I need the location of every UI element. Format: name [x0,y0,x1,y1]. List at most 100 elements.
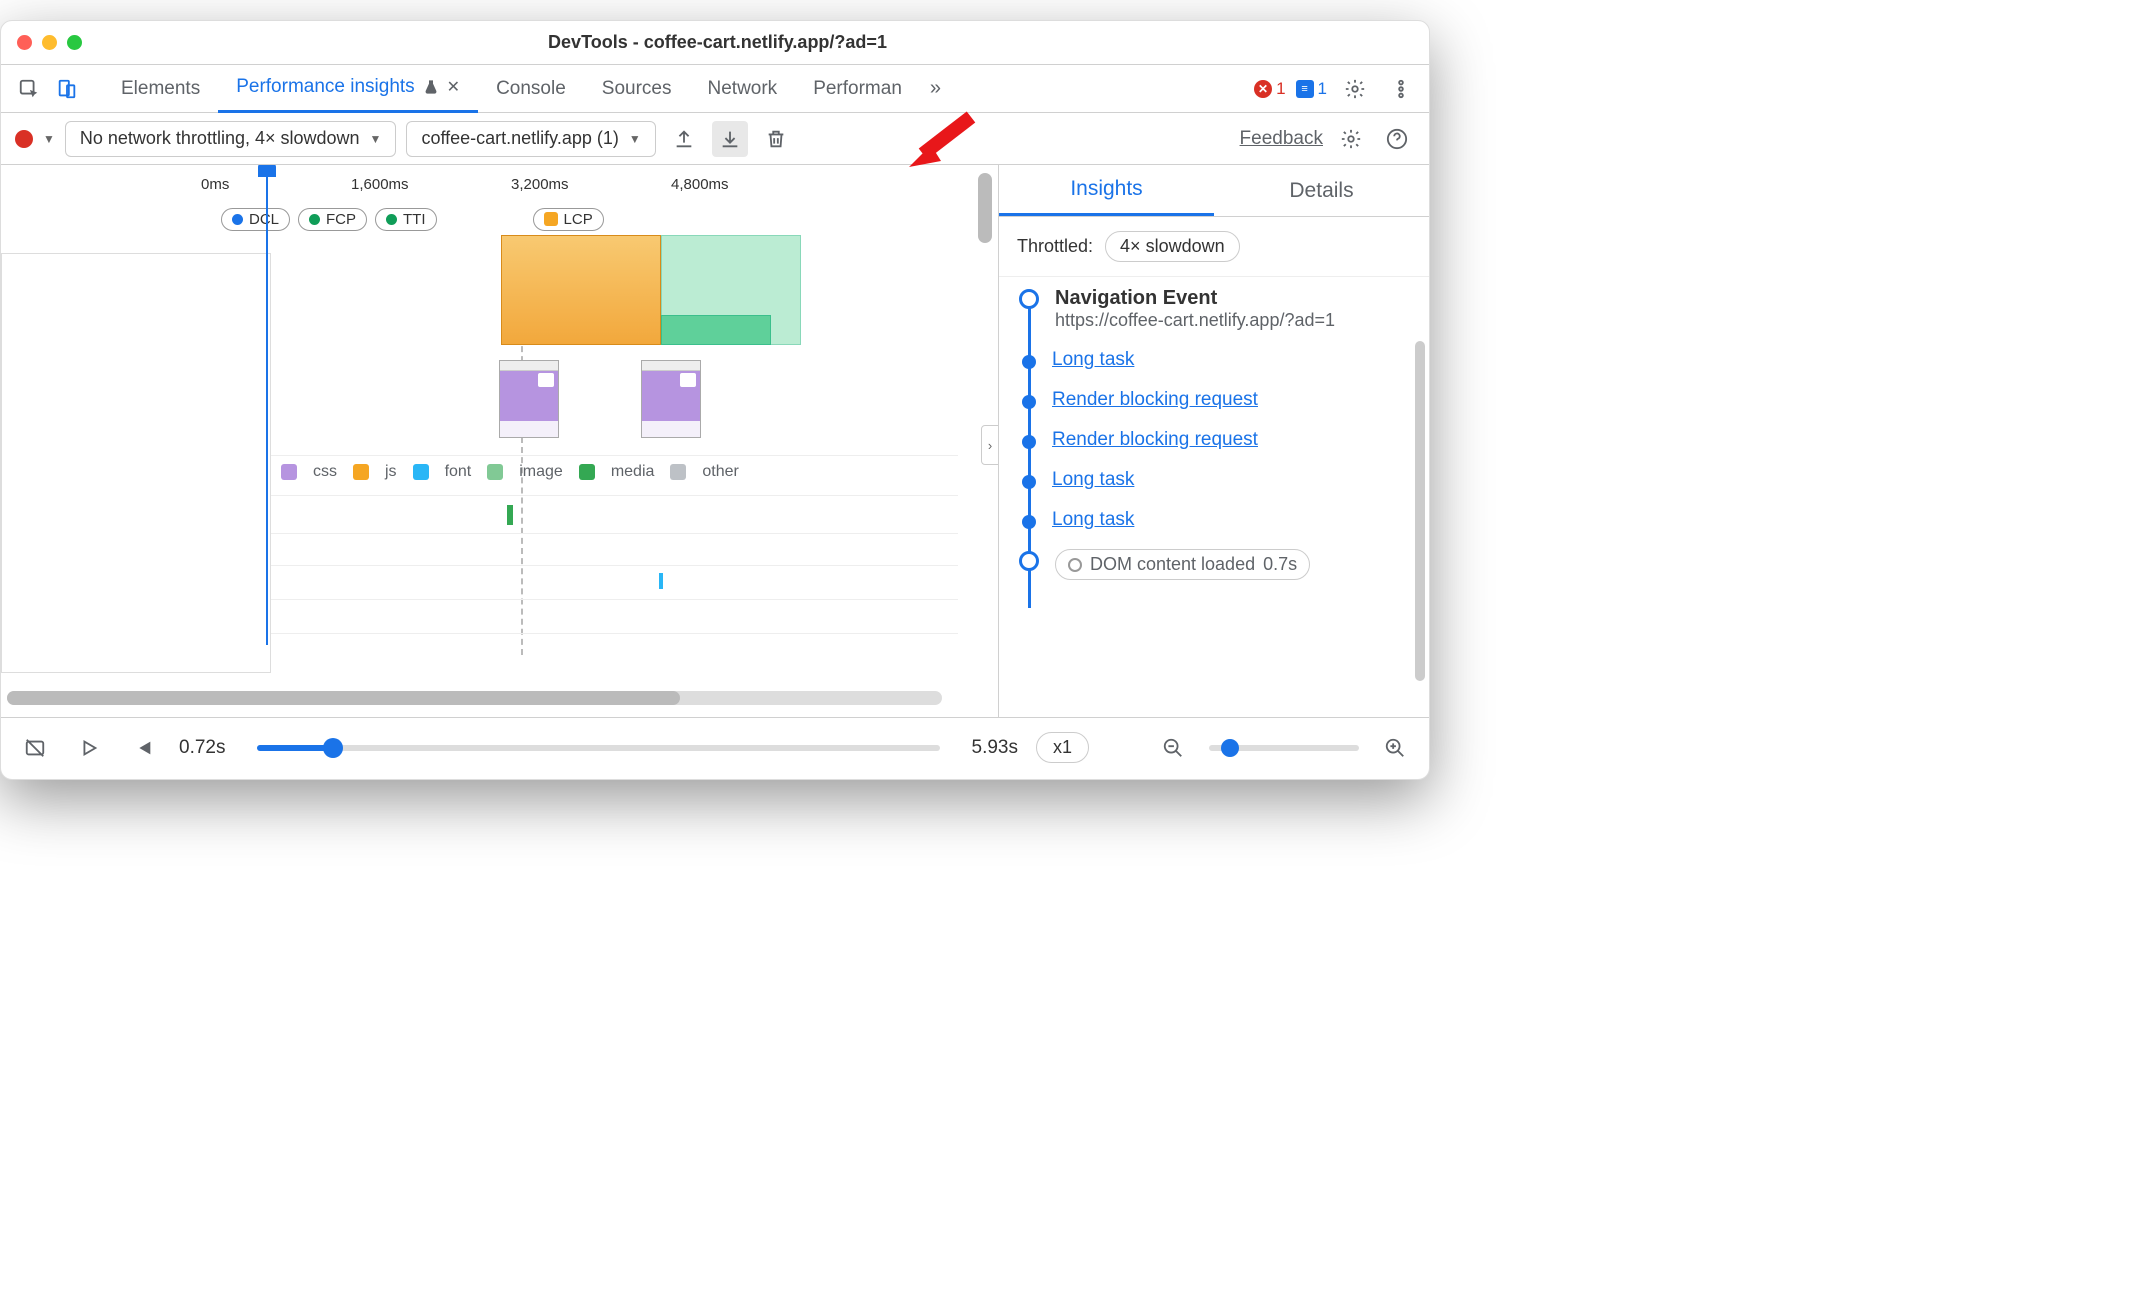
panel-tabs: Elements Performance insights ✕ Console … [103,65,1252,113]
play-icon[interactable] [71,730,107,766]
flask-icon [423,79,439,95]
insight-link[interactable]: Long task [1052,509,1134,531]
time-tick: 3,200ms [511,176,569,193]
legend-chip-image [487,464,503,480]
sidetab-insights[interactable]: Insights [999,165,1214,216]
dcl-pill[interactable]: DOM content loaded 0.7s [1055,549,1310,580]
marker-fcp[interactable]: FCP [298,208,367,231]
horizontal-scrollbar[interactable] [7,691,942,705]
dot-icon [386,214,397,225]
screenshot-thumb-1[interactable] [499,360,559,438]
insight-link[interactable]: Long task [1052,349,1134,371]
help-icon[interactable] [1379,121,1415,157]
insight-long-task[interactable]: Long task [1019,469,1409,491]
marker-dcl[interactable]: DCL [221,208,290,231]
insight-render-blocking[interactable]: Render blocking request [1019,429,1409,451]
main-tabbar: Elements Performance insights ✕ Console … [1,65,1429,113]
marker-tti[interactable]: TTI [375,208,437,231]
feedback-link[interactable]: Feedback [1240,128,1323,150]
import-icon[interactable] [712,121,748,157]
dot-icon [232,214,243,225]
playhead[interactable] [266,165,268,645]
insight-dcl[interactable]: DOM content loaded 0.7s [1019,549,1409,580]
node-icon [1022,475,1036,489]
legend-chip-other [670,464,686,480]
insight-link[interactable]: Long task [1052,469,1134,491]
tabs-overflow-button[interactable]: » [920,77,951,100]
sidepanel-scrollbar[interactable] [1415,341,1425,681]
playback-speed[interactable]: x1 [1036,732,1089,763]
vertical-scrollbar[interactable] [978,173,992,243]
network-bar-font[interactable] [659,573,663,589]
time-ruler: 0ms 1,600ms 3,200ms 4,800ms [1,165,998,203]
message-badge[interactable]: ≡ 1 [1296,79,1327,99]
chevron-down-icon: ▼ [629,132,641,146]
network-legend: css js font image media other [281,463,739,481]
insight-link[interactable]: Render blocking request [1052,429,1258,451]
marker-lcp[interactable]: LCP [533,208,604,231]
insight-navigation[interactable]: Navigation Event https://coffee-cart.net… [1019,287,1409,331]
delete-icon[interactable] [758,121,794,157]
screenshot-thumb-2[interactable] [641,360,701,438]
insight-link[interactable]: Render blocking request [1052,389,1258,411]
tab-elements[interactable]: Elements [103,65,218,113]
tab-performance[interactable]: Performan [795,65,920,113]
network-bar-media[interactable] [507,505,513,525]
rewind-icon[interactable] [125,730,161,766]
recording-select[interactable]: coffee-cart.netlify.app (1) ▼ [406,121,655,157]
disable-screenshots-icon[interactable] [17,730,53,766]
record-dropdown-caret[interactable]: ▼ [43,132,55,146]
timeline-block-layout2[interactable] [661,315,771,345]
dot-icon [309,214,320,225]
hover-tooltip-panel [1,253,271,673]
message-icon: ≡ [1296,80,1314,98]
node-icon [1022,515,1036,529]
minimize-window-button[interactable] [42,35,57,50]
legend-chip-js [353,464,369,480]
insight-long-task[interactable]: Long task [1019,349,1409,371]
insights-list: Navigation Event https://coffee-cart.net… [999,277,1429,608]
throttling-select[interactable]: No network throttling, 4× slowdown ▼ [65,121,397,157]
web-vitals-markers: DCL FCP TTI LCP [1,203,998,235]
insight-long-task[interactable]: Long task [1019,509,1409,531]
main-content: 0ms 1,600ms 3,200ms 4,800ms DCL FCP TTI … [1,165,1429,717]
time-tick: 4,800ms [671,176,729,193]
insight-render-blocking[interactable]: Render blocking request [1019,389,1409,411]
close-window-button[interactable] [17,35,32,50]
export-icon[interactable] [666,121,702,157]
sidetab-details[interactable]: Details [1214,165,1429,216]
insight-url: https://coffee-cart.netlify.app/?ad=1 [1055,310,1335,331]
throttled-pill[interactable]: 4× slowdown [1105,231,1240,262]
annotation-arrow [901,109,981,174]
time-tick: 0ms [201,176,229,193]
time-tick: 1,600ms [351,176,409,193]
error-icon: ✕ [1254,80,1272,98]
inspect-element-icon[interactable] [11,71,47,107]
zoom-in-icon[interactable] [1377,730,1413,766]
zoom-window-button[interactable] [67,35,82,50]
panel-settings-icon[interactable] [1333,121,1369,157]
error-badge[interactable]: ✕ 1 [1254,79,1285,99]
record-button[interactable] [15,130,33,148]
settings-gear-icon[interactable] [1337,71,1373,107]
tab-console[interactable]: Console [478,65,584,113]
playback-bar: 0.72s 5.93s x1 [1,717,1429,777]
zoom-slider[interactable] [1209,745,1359,751]
tab-sources[interactable]: Sources [584,65,690,113]
legend-chip-media [579,464,595,480]
timeline-block-lcp[interactable] [501,235,661,345]
ring-icon [1068,558,1082,572]
kebab-menu-icon[interactable] [1383,71,1419,107]
node-icon [1022,435,1036,449]
devtools-window: DevTools - coffee-cart.netlify.app/?ad=1… [0,20,1430,780]
insight-title: Navigation Event [1055,287,1335,310]
timeline-panel[interactable]: 0ms 1,600ms 3,200ms 4,800ms DCL FCP TTI … [1,165,999,717]
zoom-out-icon[interactable] [1155,730,1191,766]
close-tab-icon[interactable]: ✕ [447,77,460,97]
tab-network[interactable]: Network [690,65,796,113]
sidepanel-collapse-icon[interactable]: › [981,425,999,465]
device-toggle-icon[interactable] [49,71,85,107]
tab-performance-insights[interactable]: Performance insights ✕ [218,65,478,113]
insights-sidepanel: Insights Details Throttled: 4× slowdown … [999,165,1429,717]
playback-slider[interactable] [257,745,939,751]
